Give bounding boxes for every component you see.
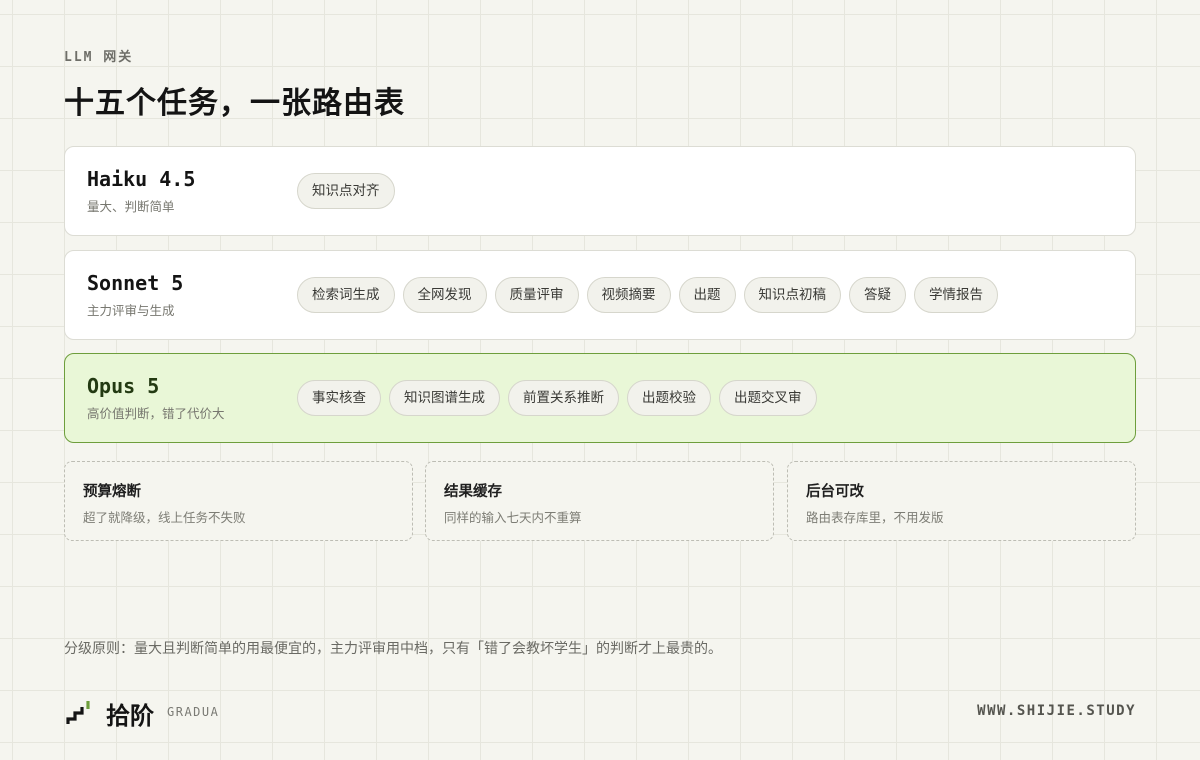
feature-card-admin-editable: 后台可改 路由表存库里，不用发版 xyxy=(787,461,1136,541)
tier-model-name: Haiku 4.5 xyxy=(87,167,196,191)
page-title: 十五个任务，一张路由表 xyxy=(64,86,405,121)
tier-model-name: Sonnet 5 xyxy=(87,271,184,295)
task-chip: 前置关系推断 xyxy=(508,380,619,416)
task-chip-list: 检索词生成 全网发现 质量评审 视频摘要 出题 知识点初稿 答疑 学情报告 xyxy=(297,277,998,313)
task-chip: 学情报告 xyxy=(914,277,998,313)
website-url: WWW.SHIJIE.STUDY xyxy=(977,703,1136,719)
task-chip: 答疑 xyxy=(849,277,906,313)
tier-card-opus: Opus 5 高价值判断，错了代价大 事实核查 知识图谱生成 前置关系推断 出题… xyxy=(64,353,1136,443)
feature-description: 超了就降级，线上任务不失败 xyxy=(83,510,246,525)
eyebrow-label: LLM 网关 xyxy=(64,50,134,65)
task-chip: 质量评审 xyxy=(494,277,579,313)
feature-card-result-cache: 结果缓存 同样的输入七天内不重算 xyxy=(425,461,774,541)
task-chip: 事实核查 xyxy=(297,380,381,416)
feature-description: 同样的输入七天内不重算 xyxy=(444,510,582,525)
feature-card-budget-breaker: 预算熔断 超了就降级，线上任务不失败 xyxy=(64,461,413,541)
tier-description: 主力评审与生成 xyxy=(87,303,175,318)
task-chip: 出题交叉审 xyxy=(719,380,817,416)
task-chip: 出题校验 xyxy=(627,380,711,416)
tier-card-sonnet: Sonnet 5 主力评审与生成 检索词生成 全网发现 质量评审 视频摘要 出题… xyxy=(64,250,1136,340)
feature-title: 后台可改 xyxy=(806,484,864,500)
tier-description: 量大、判断简单 xyxy=(87,199,175,214)
tier-card-haiku: Haiku 4.5 量大、判断简单 知识点对齐 xyxy=(64,146,1136,236)
task-chip: 出题 xyxy=(678,277,736,313)
feature-description: 路由表存库里，不用发版 xyxy=(806,510,944,525)
brand-name: 拾阶 xyxy=(106,702,154,730)
task-chip: 视频摘要 xyxy=(586,277,671,313)
task-chip-list: 知识点对齐 xyxy=(297,173,395,209)
tier-model-name: Opus 5 xyxy=(87,374,160,398)
task-chip: 全网发现 xyxy=(402,277,487,313)
task-chip: 知识点对齐 xyxy=(297,173,395,209)
brand-subtitle: GRADUA xyxy=(167,705,220,719)
feature-title: 结果缓存 xyxy=(444,484,502,500)
stairs-icon xyxy=(66,701,90,724)
task-chip: 检索词生成 xyxy=(297,277,395,313)
tier-description: 高价值判断，错了代价大 xyxy=(87,406,225,421)
task-chip: 知识点初稿 xyxy=(743,277,841,313)
feature-title: 预算熔断 xyxy=(83,484,141,500)
task-chip: 知识图谱生成 xyxy=(389,380,500,416)
task-chip-list: 事实核查 知识图谱生成 前置关系推断 出题校验 出题交叉审 xyxy=(297,380,817,416)
tiering-principle-note: 分级原则：量大且判断简单的用最便宜的，主力评审用中档，只有「错了会教坏学生」的判… xyxy=(64,641,722,657)
